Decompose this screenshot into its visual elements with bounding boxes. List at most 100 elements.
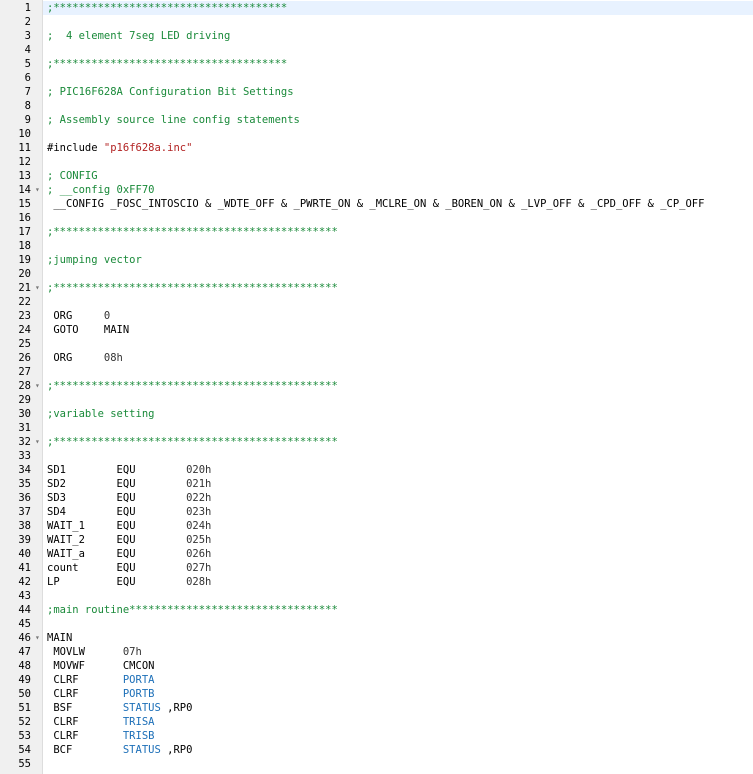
code-token-reg: PORTA — [122, 674, 155, 686]
fold-toggle-icon[interactable]: ▾ — [35, 281, 42, 295]
code-line[interactable] — [47, 239, 753, 253]
code-line[interactable]: ORG 0 — [47, 309, 753, 323]
code-line[interactable]: MAIN — [47, 631, 753, 645]
code-line[interactable]: ; 4 element 7seg LED driving — [47, 29, 753, 43]
code-token-num: 0 — [103, 310, 111, 322]
code-token-comment: ;***************************************… — [47, 282, 338, 294]
code-line[interactable]: count EQU 027h — [47, 561, 753, 575]
code-line[interactable]: ;jumping vector — [47, 253, 753, 267]
line-number: 52 — [18, 716, 31, 728]
line-number: 55 — [18, 758, 31, 770]
code-line[interactable]: CLRF PORTB — [47, 687, 753, 701]
code-line[interactable]: MOVLW 07h — [47, 645, 753, 659]
code-line[interactable]: CLRF TRISA — [47, 715, 753, 729]
line-number: 15 — [18, 198, 31, 210]
code-line[interactable]: WAIT_2 EQU 025h — [47, 533, 753, 547]
code-line[interactable] — [47, 449, 753, 463]
code-token-num: 024h — [186, 520, 212, 532]
code-line[interactable] — [47, 617, 753, 631]
line-number: 48 — [18, 660, 31, 672]
code-line[interactable] — [47, 267, 753, 281]
line-number: 31 — [18, 422, 31, 434]
code-line[interactable]: SD3 EQU 022h — [47, 491, 753, 505]
code-line[interactable]: ORG 08h — [47, 351, 753, 365]
code-editor[interactable]: 1 2 3 4 5 6 7 8 9 10 11 12 13 14 ▾ 15 16 17 18 19 20 21 ▾ 22 23 2… — [0, 0, 753, 774]
code-token-num: 028h — [186, 576, 212, 588]
code-line[interactable] — [47, 211, 753, 225]
code-line[interactable]: __CONFIG _FOSC_INTOSCIO & _WDTE_OFF & _P… — [47, 197, 753, 211]
code-line[interactable]: SD2 EQU 021h — [47, 477, 753, 491]
code-token-num: 08h — [103, 352, 123, 364]
code-token-comment: ; 4 element 7seg LED driving — [47, 30, 231, 42]
code-line[interactable]: ;main routine***************************… — [47, 603, 753, 617]
code-line[interactable]: BCF STATUS ,RP0 — [47, 743, 753, 757]
code-line[interactable]: ;***************************************… — [47, 379, 753, 393]
code-token-kw: GOTO — [47, 324, 104, 336]
code-line[interactable]: ;variable setting — [47, 407, 753, 421]
line-number: 6 — [24, 72, 31, 84]
code-line[interactable]: ;***************************************… — [47, 225, 753, 239]
line-number: 3 — [24, 30, 31, 42]
code-token-plain: ,RP0 — [160, 702, 193, 714]
line-number: 33 — [18, 450, 31, 462]
code-line[interactable]: ;***************************************… — [47, 435, 753, 449]
code-line[interactable]: SD1 EQU 020h — [47, 463, 753, 477]
line-number: 20 — [18, 268, 31, 280]
code-token-label: MAIN — [47, 632, 73, 644]
code-line[interactable]: BSF STATUS ,RP0 — [47, 701, 753, 715]
code-line[interactable]: #include "p16f628a.inc" — [47, 141, 753, 155]
code-token-comment: ;jumping vector — [47, 254, 142, 266]
fold-toggle-icon[interactable]: ▾ — [35, 183, 42, 197]
line-number: 51 — [18, 702, 31, 714]
fold-toggle-icon[interactable]: ▾ — [35, 379, 42, 393]
code-line[interactable]: ;************************************* — [47, 57, 753, 71]
line-number: 19 — [18, 254, 31, 266]
code-line[interactable]: ; Assembly source line config statements — [47, 113, 753, 127]
code-token-kw: CLRF — [47, 716, 123, 728]
code-line[interactable]: LP EQU 028h — [47, 575, 753, 589]
line-number: 29 — [18, 394, 31, 406]
line-number: 36 — [18, 492, 31, 504]
line-number: 1 — [24, 2, 31, 14]
code-line[interactable]: ; CONFIG — [47, 169, 753, 183]
code-token-num: 027h — [186, 562, 212, 574]
code-token-kw: ORG — [47, 310, 104, 322]
code-line[interactable] — [47, 589, 753, 603]
line-number: 54 — [18, 744, 31, 756]
code-token-comment: ;***************************************… — [47, 436, 338, 448]
code-token-comment: ;***************************************… — [47, 380, 338, 392]
code-line[interactable] — [47, 99, 753, 113]
code-line[interactable] — [47, 127, 753, 141]
code-line[interactable] — [47, 295, 753, 309]
code-token-plain: ,RP0 — [160, 744, 193, 756]
code-line[interactable]: CLRF PORTA — [47, 673, 753, 687]
code-line[interactable]: MOVWF CMCON — [47, 659, 753, 673]
code-line[interactable] — [47, 365, 753, 379]
code-line[interactable] — [47, 71, 753, 85]
code-line[interactable]: ; PIC16F628A Configuration Bit Settings — [47, 85, 753, 99]
code-line[interactable]: GOTO MAIN — [47, 323, 753, 337]
line-number: 21 — [18, 282, 31, 294]
current-code-line[interactable]: ;************************************* — [43, 1, 753, 15]
code-line[interactable] — [47, 155, 753, 169]
code-line[interactable]: ;***************************************… — [47, 281, 753, 295]
code-token-label: WAIT_a — [47, 548, 117, 560]
code-line[interactable] — [47, 393, 753, 407]
code-line[interactable] — [47, 421, 753, 435]
code-line[interactable]: WAIT_a EQU 026h — [47, 547, 753, 561]
code-line[interactable]: ; __config 0xFF70 — [47, 183, 753, 197]
code-line[interactable]: SD4 EQU 023h — [47, 505, 753, 519]
code-line[interactable] — [47, 15, 753, 29]
line-number: 8 — [24, 100, 31, 112]
code-line[interactable] — [47, 337, 753, 351]
line-number: 38 — [18, 520, 31, 532]
code-token-label: count — [47, 562, 117, 574]
fold-toggle-icon[interactable]: ▾ — [35, 435, 42, 449]
code-line[interactable]: WAIT_1 EQU 024h — [47, 519, 753, 533]
fold-toggle-icon[interactable]: ▾ — [35, 631, 42, 645]
line-number: 41 — [18, 562, 31, 574]
code-token-comment: ;***************************************… — [47, 226, 338, 238]
code-line[interactable] — [47, 43, 753, 57]
code-line[interactable]: CLRF TRISB — [47, 729, 753, 743]
code-line[interactable] — [47, 757, 753, 771]
